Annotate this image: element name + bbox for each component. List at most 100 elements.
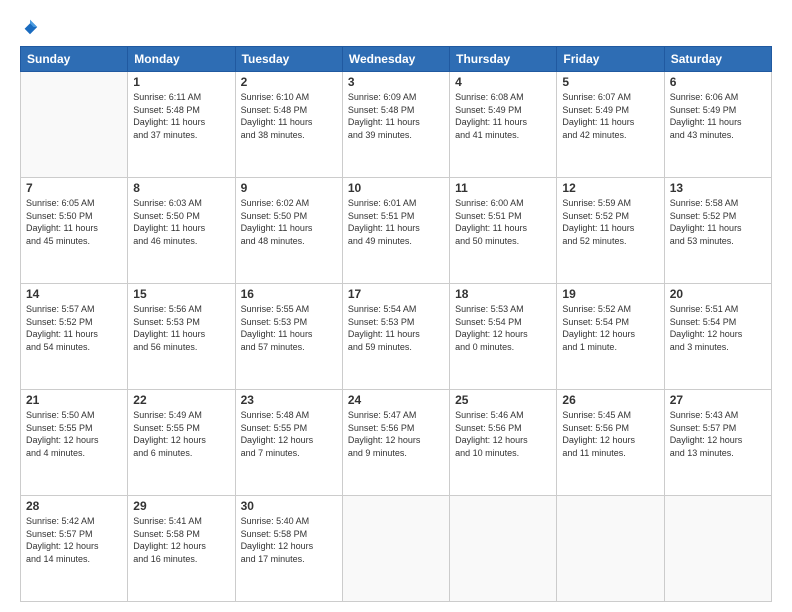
day-number: 7 [26,181,122,195]
calendar-cell: 12 Sunrise: 5:59 AM Sunset: 5:52 PM Dayli… [557,178,664,284]
day-info: Sunrise: 5:59 AM Sunset: 5:52 PM Dayligh… [562,197,658,247]
calendar-cell: 9 Sunrise: 6:02 AM Sunset: 5:50 PM Daylig… [235,178,342,284]
day-number: 15 [133,287,229,301]
day-number: 14 [26,287,122,301]
calendar-cell: 20 Sunrise: 5:51 AM Sunset: 5:54 PM Dayli… [664,284,771,390]
calendar-cell: 6 Sunrise: 6:06 AM Sunset: 5:49 PM Daylig… [664,72,771,178]
calendar-cell: 10 Sunrise: 6:01 AM Sunset: 5:51 PM Dayli… [342,178,449,284]
day-number: 26 [562,393,658,407]
calendar-cell: 7 Sunrise: 6:05 AM Sunset: 5:50 PM Daylig… [21,178,128,284]
day-info: Sunrise: 6:10 AM Sunset: 5:48 PM Dayligh… [241,91,337,141]
calendar-cell: 5 Sunrise: 6:07 AM Sunset: 5:49 PM Daylig… [557,72,664,178]
day-number: 24 [348,393,444,407]
day-number: 20 [670,287,766,301]
calendar-cell: 2Sunrise: 6:10 AM Sunset: 5:48 PM Daylig… [235,72,342,178]
day-number: 9 [241,181,337,195]
calendar-table: SundayMondayTuesdayWednesdayThursdayFrid… [20,46,772,602]
day-info: Sunrise: 5:46 AM Sunset: 5:56 PM Dayligh… [455,409,551,459]
day-info: Sunrise: 6:03 AM Sunset: 5:50 PM Dayligh… [133,197,229,247]
calendar-cell: 25 Sunrise: 5:46 AM Sunset: 5:56 PM Dayli… [450,390,557,496]
day-number: 1 [133,75,229,89]
calendar-cell [450,496,557,602]
day-info: Sunrise: 5:51 AM Sunset: 5:54 PM Dayligh… [670,303,766,353]
calendar-week-3: 14 Sunrise: 5:57 AM Sunset: 5:52 PM Dayli… [21,284,772,390]
day-info: Sunrise: 6:02 AM Sunset: 5:50 PM Dayligh… [241,197,337,247]
calendar-cell: 18 Sunrise: 5:53 AM Sunset: 5:54 PM Dayli… [450,284,557,390]
calendar-week-2: 7 Sunrise: 6:05 AM Sunset: 5:50 PM Daylig… [21,178,772,284]
day-number: 19 [562,287,658,301]
calendar-cell [557,496,664,602]
day-number: 25 [455,393,551,407]
day-info: Sunrise: 5:58 AM Sunset: 5:52 PM Dayligh… [670,197,766,247]
calendar-cell: 3Sunrise: 6:09 AM Sunset: 5:48 PM Daylig… [342,72,449,178]
day-info: Sunrise: 6:07 AM Sunset: 5:49 PM Dayligh… [562,91,658,141]
logo-icon [21,18,39,36]
day-header-wednesday: Wednesday [342,47,449,72]
day-info: Sunrise: 5:47 AM Sunset: 5:56 PM Dayligh… [348,409,444,459]
day-header-thursday: Thursday [450,47,557,72]
day-header-saturday: Saturday [664,47,771,72]
calendar-cell [21,72,128,178]
day-number: 28 [26,499,122,513]
day-info: Sunrise: 5:43 AM Sunset: 5:57 PM Dayligh… [670,409,766,459]
calendar-header-row: SundayMondayTuesdayWednesdayThursdayFrid… [21,47,772,72]
day-number: 30 [241,499,337,513]
day-info: Sunrise: 5:41 AM Sunset: 5:58 PM Dayligh… [133,515,229,565]
calendar-cell: 8 Sunrise: 6:03 AM Sunset: 5:50 PM Daylig… [128,178,235,284]
calendar-cell: 13 Sunrise: 5:58 AM Sunset: 5:52 PM Dayli… [664,178,771,284]
day-number: 29 [133,499,229,513]
day-info: Sunrise: 5:48 AM Sunset: 5:55 PM Dayligh… [241,409,337,459]
day-info: Sunrise: 6:01 AM Sunset: 5:51 PM Dayligh… [348,197,444,247]
day-info: Sunrise: 6:06 AM Sunset: 5:49 PM Dayligh… [670,91,766,141]
logo [20,18,40,36]
day-number: 11 [455,181,551,195]
calendar-cell: 26 Sunrise: 5:45 AM Sunset: 5:56 PM Dayli… [557,390,664,496]
day-info: Sunrise: 6:05 AM Sunset: 5:50 PM Dayligh… [26,197,122,247]
day-info: Sunrise: 6:11 AM Sunset: 5:48 PM Dayligh… [133,91,229,141]
header [20,18,772,36]
day-number: 22 [133,393,229,407]
calendar-cell: 27 Sunrise: 5:43 AM Sunset: 5:57 PM Dayli… [664,390,771,496]
day-number: 18 [455,287,551,301]
day-info: Sunrise: 5:45 AM Sunset: 5:56 PM Dayligh… [562,409,658,459]
day-info: Sunrise: 5:56 AM Sunset: 5:53 PM Dayligh… [133,303,229,353]
day-header-friday: Friday [557,47,664,72]
calendar-cell [342,496,449,602]
day-number: 13 [670,181,766,195]
day-info: Sunrise: 5:40 AM Sunset: 5:58 PM Dayligh… [241,515,337,565]
calendar-cell: 29 Sunrise: 5:41 AM Sunset: 5:58 PM Dayli… [128,496,235,602]
day-number: 12 [562,181,658,195]
day-number: 16 [241,287,337,301]
day-info: Sunrise: 5:42 AM Sunset: 5:57 PM Dayligh… [26,515,122,565]
calendar-cell: 14 Sunrise: 5:57 AM Sunset: 5:52 PM Dayli… [21,284,128,390]
calendar-cell: 24 Sunrise: 5:47 AM Sunset: 5:56 PM Dayli… [342,390,449,496]
day-info: Sunrise: 5:53 AM Sunset: 5:54 PM Dayligh… [455,303,551,353]
day-info: Sunrise: 5:50 AM Sunset: 5:55 PM Dayligh… [26,409,122,459]
day-info: Sunrise: 6:08 AM Sunset: 5:49 PM Dayligh… [455,91,551,141]
calendar-cell: 17 Sunrise: 5:54 AM Sunset: 5:53 PM Dayli… [342,284,449,390]
calendar-cell: 30 Sunrise: 5:40 AM Sunset: 5:58 PM Dayli… [235,496,342,602]
day-header-monday: Monday [128,47,235,72]
calendar-cell: 28 Sunrise: 5:42 AM Sunset: 5:57 PM Dayli… [21,496,128,602]
calendar-cell: 4 Sunrise: 6:08 AM Sunset: 5:49 PM Daylig… [450,72,557,178]
day-info: Sunrise: 5:54 AM Sunset: 5:53 PM Dayligh… [348,303,444,353]
day-number: 23 [241,393,337,407]
calendar-cell: 19Sunrise: 5:52 AM Sunset: 5:54 PM Dayli… [557,284,664,390]
day-number: 6 [670,75,766,89]
day-number: 17 [348,287,444,301]
day-number: 27 [670,393,766,407]
day-info: Sunrise: 5:55 AM Sunset: 5:53 PM Dayligh… [241,303,337,353]
calendar-cell: 1 Sunrise: 6:11 AM Sunset: 5:48 PM Daylig… [128,72,235,178]
calendar-week-4: 21Sunrise: 5:50 AM Sunset: 5:55 PM Dayli… [21,390,772,496]
day-number: 10 [348,181,444,195]
day-header-sunday: Sunday [21,47,128,72]
day-number: 3 [348,75,444,89]
calendar-cell: 16 Sunrise: 5:55 AM Sunset: 5:53 PM Dayli… [235,284,342,390]
calendar-week-5: 28 Sunrise: 5:42 AM Sunset: 5:57 PM Dayli… [21,496,772,602]
calendar-cell: 11Sunrise: 6:00 AM Sunset: 5:51 PM Dayli… [450,178,557,284]
day-number: 8 [133,181,229,195]
day-number: 4 [455,75,551,89]
calendar-cell: 15 Sunrise: 5:56 AM Sunset: 5:53 PM Dayli… [128,284,235,390]
day-info: Sunrise: 5:57 AM Sunset: 5:52 PM Dayligh… [26,303,122,353]
day-number: 5 [562,75,658,89]
